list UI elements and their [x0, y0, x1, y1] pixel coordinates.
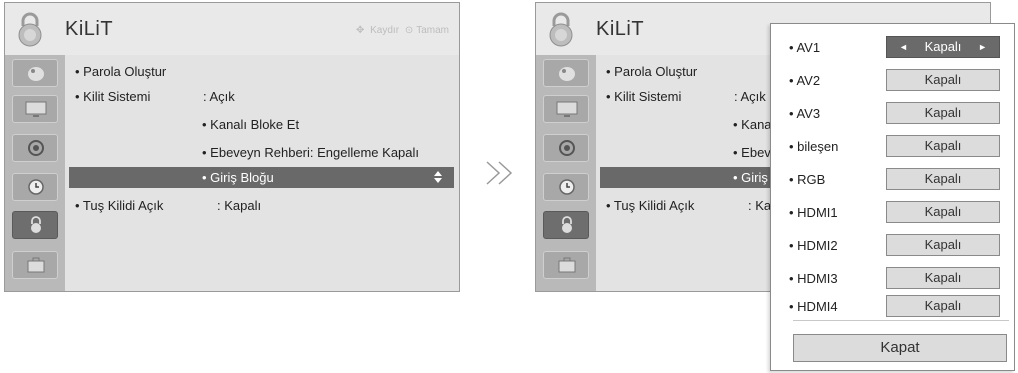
menu-item-block-channel[interactable]: • Kanal: [733, 117, 774, 132]
lock-menu-panel-left: KiLiT ✥ Kaydır ⊙ Tamam • Parola Oluştur …: [4, 2, 460, 292]
menu-title: KiLiT: [596, 18, 645, 40]
clock-icon: [559, 179, 575, 195]
popup-label: • HDMI2: [789, 238, 838, 253]
sidebar-item-time[interactable]: [543, 173, 589, 201]
popup-row-hdmi2[interactable]: • HDMI2 Kapalı: [789, 234, 1009, 258]
lock-system-value: : Açık: [203, 89, 235, 104]
menu-item-lock-system[interactable]: • Kilit Sistemi : Açık: [606, 89, 766, 104]
hint-ok: Tamam: [416, 25, 449, 36]
briefcase-icon: [558, 257, 576, 273]
satellite-icon: [559, 67, 575, 81]
key-lock-label: • Tuş Kilidi Açık: [75, 198, 164, 213]
lock-icon: [562, 216, 572, 233]
navigation-hint: ✥ Kaydır ⊙ Tamam: [353, 25, 449, 36]
popup-value-button[interactable]: Kapalı: [886, 102, 1000, 124]
sidebar-item-picture[interactable]: [12, 95, 58, 123]
popup-value-selector[interactable]: ◄ Kapalı ►: [886, 36, 1000, 58]
popup-row-hdmi4[interactable]: • HDMI4 Kapalı: [789, 295, 1009, 319]
popup-row-av3[interactable]: • AV3 Kapalı: [789, 102, 1009, 126]
popup-label: • HDMI3: [789, 271, 838, 286]
popup-divider: [793, 320, 1009, 321]
popup-value-button[interactable]: Kapalı: [886, 234, 1000, 256]
arrow-left-icon[interactable]: ◄: [899, 37, 908, 57]
popup-label: • HDMI1: [789, 205, 838, 220]
sidebar-item-options[interactable]: [12, 251, 58, 279]
lock-system-label: • Kilit Sistemi: [606, 89, 682, 104]
double-chevron-right-icon: [486, 161, 513, 185]
key-lock-label: • Tuş Kilidi Açık: [606, 198, 695, 213]
popup-row-hdmi1[interactable]: • HDMI1 Kapalı: [789, 201, 1009, 225]
popup-value-button[interactable]: Kapalı: [886, 201, 1000, 223]
hint-scroll: Kaydır: [370, 25, 400, 36]
clock-icon: [28, 179, 44, 195]
popup-label: • HDMI4: [789, 299, 838, 314]
menu-item-block-channel[interactable]: • Kanalı Bloke Et: [202, 117, 299, 132]
popup-label: • AV1: [789, 40, 821, 55]
category-sidebar: [536, 55, 596, 291]
ok-icon: ⊙: [404, 25, 414, 36]
arrow-right-icon[interactable]: ►: [978, 37, 987, 57]
category-sidebar: [5, 55, 65, 291]
popup-label: • AV2: [789, 73, 821, 88]
popup-label: • RGB: [789, 172, 826, 187]
menu-item-key-lock[interactable]: • Tuş Kilidi Açık : Kapalı: [75, 198, 261, 213]
lock-icon: [31, 216, 41, 233]
monitor-icon: [556, 101, 578, 117]
popup-row-component[interactable]: • bileşen Kapalı: [789, 135, 1009, 159]
popup-row-av1[interactable]: • AV1 ◄ Kapalı ►: [789, 36, 1009, 60]
close-button[interactable]: Kapat: [793, 334, 1007, 362]
menu-item-set-password[interactable]: • Parola Oluştur: [606, 64, 697, 79]
sidebar-item-setup[interactable]: [12, 59, 58, 87]
popup-value-button[interactable]: Kapalı: [886, 69, 1000, 91]
menu-item-key-lock[interactable]: • Tuş Kilidi Açık : Kap: [606, 198, 778, 213]
monitor-icon: [25, 101, 47, 117]
menu-item-input-block[interactable]: • Giriş Bloğu: [202, 170, 274, 185]
lock-icon: [18, 12, 42, 47]
sidebar-item-audio[interactable]: [12, 134, 58, 162]
menu-item-parental-guidance[interactable]: • Ebeveyn Rehberi: Engelleme Kapalı: [202, 145, 419, 160]
briefcase-icon: [27, 257, 45, 273]
lock-icon: [549, 12, 573, 47]
sidebar-item-options[interactable]: [543, 251, 589, 279]
popup-value-button[interactable]: Kapalı: [886, 168, 1000, 190]
lock-system-value: : Açık: [734, 89, 766, 104]
move-icon: ✥: [355, 25, 365, 36]
key-lock-value: : Kapalı: [217, 198, 262, 213]
menu-item-lock-system[interactable]: • Kilit Sistemi : Açık: [75, 89, 235, 104]
speaker-icon: [559, 140, 575, 156]
speaker-icon: [28, 140, 44, 156]
sidebar-item-setup[interactable]: [543, 59, 589, 87]
sidebar-item-lock[interactable]: [12, 211, 58, 239]
sidebar-item-picture[interactable]: [543, 95, 589, 123]
popup-value-button[interactable]: Kapalı: [886, 295, 1000, 317]
input-block-popup: • AV1 ◄ Kapalı ► • AV2 Kapalı • AV3 Kapa…: [770, 23, 1015, 371]
popup-value-button[interactable]: Kapalı: [886, 135, 1000, 157]
menu-item-set-password[interactable]: • Parola Oluştur: [75, 64, 166, 79]
sidebar-item-audio[interactable]: [543, 134, 589, 162]
sidebar-item-time[interactable]: [12, 173, 58, 201]
popup-row-rgb[interactable]: • RGB Kapalı: [789, 168, 1009, 192]
popup-row-av2[interactable]: • AV2 Kapalı: [789, 69, 1009, 93]
lock-system-label: • Kilit Sistemi: [75, 89, 151, 104]
popup-row-hdmi3[interactable]: • HDMI3 Kapalı: [789, 267, 1009, 291]
sidebar-item-lock[interactable]: [543, 211, 589, 239]
popup-label: • AV3: [789, 106, 821, 121]
popup-value: Kapalı: [924, 39, 962, 54]
scroll-updown-icon: [434, 171, 442, 183]
popup-label: • bileşen: [789, 139, 839, 154]
menu-titlebar: KiLiT ✥ Kaydır ⊙ Tamam: [5, 3, 459, 55]
transition-arrow: [485, 160, 515, 191]
popup-value-button[interactable]: Kapalı: [886, 267, 1000, 289]
menu-title: KiLiT: [65, 18, 114, 40]
satellite-icon: [28, 67, 44, 81]
